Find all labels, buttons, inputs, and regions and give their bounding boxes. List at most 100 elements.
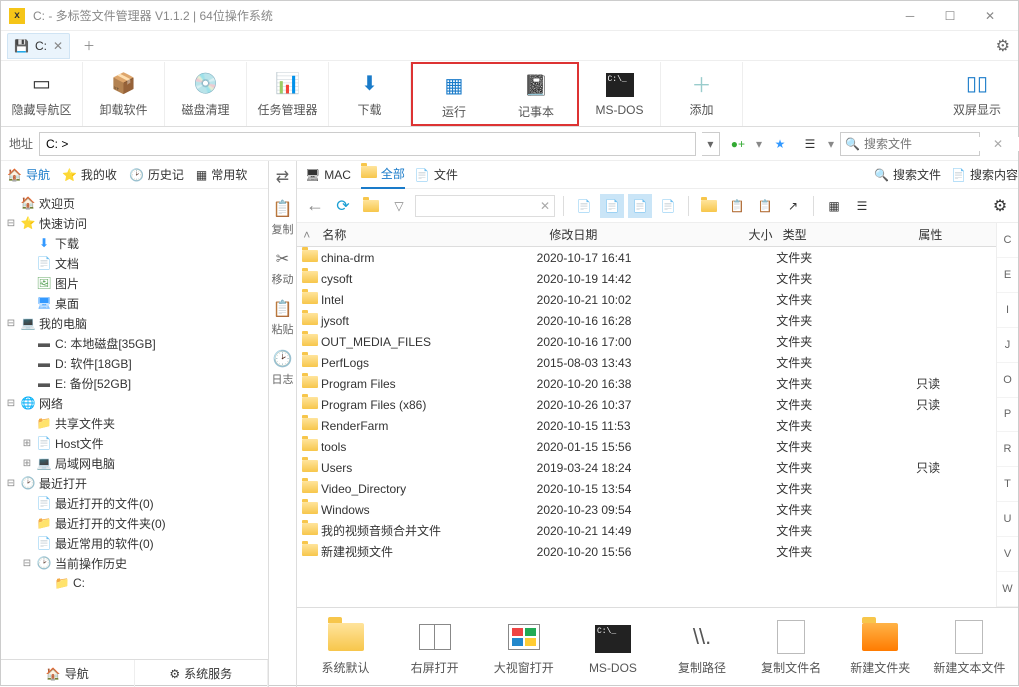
view-btn-4[interactable]: 📄 bbox=[656, 194, 680, 218]
table-row[interactable]: Windows2020-10-23 09:54文件夹 bbox=[297, 499, 996, 520]
alpha-J[interactable]: J bbox=[997, 328, 1018, 363]
nav-tree[interactable]: 🏠欢迎页⊟⭐快速访问⬇下载📄文档🖼图片🖥桌面⊟💻我的电脑▬C: 本地磁盘[35G… bbox=[1, 189, 268, 659]
sort-caret-icon[interactable]: ˄ bbox=[297, 228, 316, 242]
col-size[interactable]: 大小 bbox=[724, 226, 783, 243]
tab-c-drive[interactable]: 💾 C: ✕ bbox=[7, 33, 70, 59]
address-input[interactable] bbox=[39, 132, 696, 156]
action-btn-1[interactable]: 📋 bbox=[725, 194, 749, 218]
tree-item[interactable]: ⬇下载 bbox=[1, 233, 268, 253]
table-row[interactable]: Program Files (x86)2020-10-26 10:37文件夹只读 bbox=[297, 394, 996, 415]
search-box[interactable]: 🔍 bbox=[840, 132, 980, 156]
tool-uninstall[interactable]: 📦卸载软件 bbox=[83, 62, 165, 126]
alpha-T[interactable]: T bbox=[997, 467, 1018, 502]
clear-search-icon[interactable]: ✕ bbox=[986, 132, 1010, 156]
alpha-U[interactable]: U bbox=[997, 502, 1018, 537]
alpha-P[interactable]: P bbox=[997, 398, 1018, 433]
list-mode-icon[interactable]: ☰ bbox=[798, 132, 822, 156]
col-date[interactable]: 修改日期 bbox=[549, 226, 724, 243]
tree-item[interactable]: 📁共享文件夹 bbox=[1, 413, 268, 433]
table-row[interactable]: china-drm2020-10-17 16:41文件夹 bbox=[297, 247, 996, 268]
tree-item[interactable]: ⊞📄Host文件 bbox=[1, 433, 268, 453]
rtab-files[interactable]: 📄文件 bbox=[415, 161, 458, 189]
address-dropdown-icon[interactable]: ▾ bbox=[702, 132, 720, 156]
bottom-sys-default[interactable]: 系统默认 bbox=[305, 612, 386, 684]
bottom-new-text[interactable]: 新建文本文件 bbox=[929, 612, 1010, 684]
view-tiles-icon[interactable]: ▦ bbox=[822, 194, 846, 218]
bottom-msdos2[interactable]: C:\_MS-DOS bbox=[572, 612, 653, 684]
refresh-icon[interactable]: ⟳ bbox=[331, 194, 355, 218]
tree-item[interactable]: 📄最近打开的文件(0) bbox=[1, 493, 268, 513]
gutter-复制[interactable]: 📋复制 bbox=[272, 199, 294, 237]
tree-item[interactable]: 📁C: bbox=[1, 573, 268, 593]
close-button[interactable]: ✕ bbox=[970, 2, 1010, 30]
tool-msdos[interactable]: C:\_MS-DOS bbox=[579, 62, 661, 126]
table-row[interactable]: 新建视频文件2020-10-20 15:56文件夹 bbox=[297, 541, 996, 562]
file-list[interactable]: china-drm2020-10-17 16:41文件夹cysoft2020-1… bbox=[297, 247, 996, 607]
table-row[interactable]: Video_Directory2020-10-15 13:54文件夹 bbox=[297, 478, 996, 499]
tree-item[interactable]: 📁最近打开的文件夹(0) bbox=[1, 513, 268, 533]
table-row[interactable]: PerfLogs2015-08-03 13:43文件夹 bbox=[297, 352, 996, 373]
settings-gear-icon[interactable]: ⚙ bbox=[996, 36, 1010, 56]
bottom-right-open[interactable]: 右屏打开 bbox=[394, 612, 475, 684]
filter-icon[interactable]: ▽ bbox=[387, 194, 411, 218]
filter-input[interactable]: ✕ bbox=[415, 195, 555, 217]
action-btn-2[interactable]: 📋 bbox=[753, 194, 777, 218]
tree-item[interactable]: ⊟🌐网络 bbox=[1, 393, 268, 413]
gear-icon[interactable]: ⚙ bbox=[988, 194, 1012, 218]
minimize-button[interactable]: ─ bbox=[890, 2, 930, 30]
alpha-O[interactable]: O bbox=[997, 363, 1018, 398]
table-row[interactable]: Users2019-03-24 18:24文件夹只读 bbox=[297, 457, 996, 478]
alpha-E[interactable]: E bbox=[997, 258, 1018, 293]
tree-item[interactable]: ⊟💻我的电脑 bbox=[1, 313, 268, 333]
tree-item[interactable]: ⊞💻局域网电脑 bbox=[1, 453, 268, 473]
tool-task-mgr[interactable]: 📊任务管理器 bbox=[247, 62, 329, 126]
gutter-粘贴[interactable]: 📋粘贴 bbox=[272, 299, 294, 337]
alpha-V[interactable]: V bbox=[997, 537, 1018, 572]
new-tab-button[interactable]: ＋ bbox=[76, 33, 102, 59]
rtab-all[interactable]: 全部 bbox=[361, 161, 405, 189]
table-row[interactable]: Intel2020-10-21 10:02文件夹 bbox=[297, 289, 996, 310]
gutter-日志[interactable]: 🕑日志 bbox=[272, 349, 294, 387]
tree-item[interactable]: ⊟🕑当前操作历史 bbox=[1, 553, 268, 573]
folder-up-icon[interactable] bbox=[359, 194, 383, 218]
back-icon[interactable]: ← bbox=[303, 194, 327, 218]
tool-dual-screen[interactable]: ▯▯双屏显示 bbox=[936, 62, 1018, 126]
tool-disk-clean[interactable]: 💿磁盘清理 bbox=[165, 62, 247, 126]
table-row[interactable]: OUT_MEDIA_FILES2020-10-16 17:00文件夹 bbox=[297, 331, 996, 352]
gutter-移动[interactable]: ✂移动 bbox=[272, 249, 294, 287]
nav-foot-nav[interactable]: 🏠导航 bbox=[1, 660, 135, 687]
rtab-search-content[interactable]: 📄搜索内容 bbox=[951, 161, 1018, 189]
table-row[interactable]: RenderFarm2020-10-15 11:53文件夹 bbox=[297, 415, 996, 436]
tree-item[interactable]: 📄文档 bbox=[1, 253, 268, 273]
view-btn-1[interactable]: 📄 bbox=[572, 194, 596, 218]
tree-item[interactable]: ⊟⭐快速访问 bbox=[1, 213, 268, 233]
alpha-index[interactable]: CEIJOPRTUVW bbox=[996, 223, 1018, 607]
table-row[interactable]: cysoft2020-10-19 14:42文件夹 bbox=[297, 268, 996, 289]
tool-run[interactable]: ▦运行 bbox=[413, 64, 495, 128]
star-icon[interactable]: ★ bbox=[768, 132, 792, 156]
tree-item[interactable]: 🖥桌面 bbox=[1, 293, 268, 313]
bottom-big-open[interactable]: 大视窗打开 bbox=[483, 612, 564, 684]
new-item-icon[interactable]: ●+ bbox=[726, 132, 750, 156]
nav-tab-fav[interactable]: ⭐我的收 bbox=[56, 161, 123, 189]
gutter-[interactable]: ⇄ bbox=[276, 167, 289, 187]
tree-item[interactable]: 📄最近常用的软件(0) bbox=[1, 533, 268, 553]
nav-tab-common[interactable]: ▦常用软 bbox=[190, 161, 253, 189]
tool-add[interactable]: ＋添加 bbox=[661, 62, 743, 126]
tree-item[interactable]: ▬D: 软件[18GB] bbox=[1, 353, 268, 373]
alpha-C[interactable]: C bbox=[997, 223, 1018, 258]
tree-item[interactable]: ▬C: 本地磁盘[35GB] bbox=[1, 333, 268, 353]
nav-tab-nav[interactable]: 🏠导航 bbox=[1, 161, 56, 189]
table-row[interactable]: jysoft2020-10-16 16:28文件夹 bbox=[297, 310, 996, 331]
tool-notepad[interactable]: 📓记事本 bbox=[495, 64, 577, 128]
tree-item[interactable]: ⊟🕑最近打开 bbox=[1, 473, 268, 493]
rtab-search-file[interactable]: 🔍搜索文件 bbox=[874, 161, 941, 189]
view-list-icon[interactable]: ☰ bbox=[850, 194, 874, 218]
nav-tab-history[interactable]: 🕑历史记 bbox=[123, 161, 190, 189]
alpha-R[interactable]: R bbox=[997, 432, 1018, 467]
table-row[interactable]: Program Files2020-10-20 16:38文件夹只读 bbox=[297, 373, 996, 394]
maximize-button[interactable]: ☐ bbox=[930, 2, 970, 30]
open-external-icon[interactable]: ↗ bbox=[781, 194, 805, 218]
tree-item[interactable]: ▬E: 备份[52GB] bbox=[1, 373, 268, 393]
view-btn-2[interactable]: 📄 bbox=[600, 194, 624, 218]
